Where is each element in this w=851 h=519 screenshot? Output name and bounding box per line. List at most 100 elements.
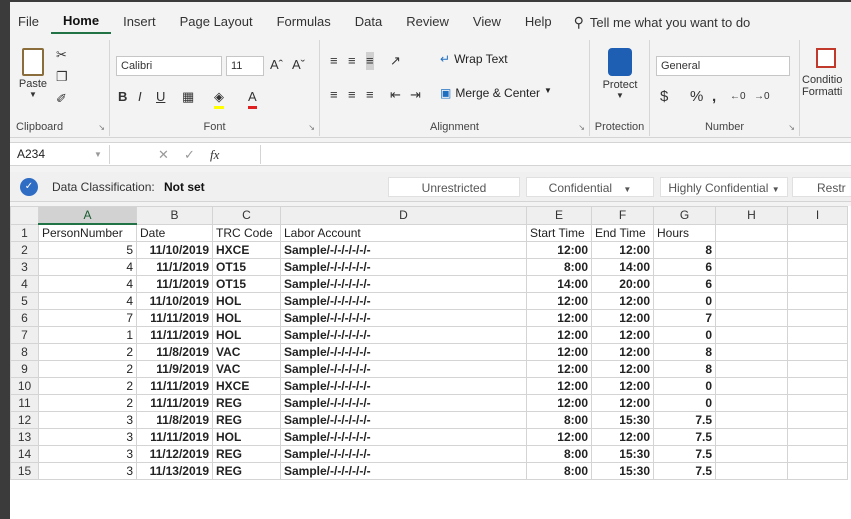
cell[interactable]: HOL <box>212 428 281 446</box>
cell[interactable]: Sample/-/-/-/-/-/- <box>280 275 527 293</box>
cell[interactable]: REG <box>212 445 281 463</box>
conditional-formatting-button[interactable]: Conditio Formatti <box>802 48 851 98</box>
cell[interactable]: 8:00 <box>526 411 592 429</box>
cell[interactable] <box>787 258 848 276</box>
cell[interactable]: PersonNumber <box>38 223 137 242</box>
row-header[interactable]: 15 <box>10 462 39 480</box>
tab-help[interactable]: Help <box>513 10 564 34</box>
increase-decimal-icon[interactable]: ←0 <box>730 88 746 106</box>
cell[interactable] <box>787 445 848 463</box>
chevron-down-icon[interactable]: ▼ <box>94 145 102 164</box>
cell[interactable] <box>715 309 788 327</box>
cell[interactable]: VAC <box>212 343 281 361</box>
number-format-select[interactable]: General <box>656 56 790 76</box>
cell[interactable]: HOL <box>212 292 281 310</box>
tell-me-search[interactable]: ⚲ Tell me what you want to do <box>564 14 751 31</box>
cell[interactable] <box>715 258 788 276</box>
dialog-launcher-icon[interactable]: ↘ <box>308 123 315 132</box>
enter-icon[interactable]: ✓ <box>184 145 195 164</box>
cell[interactable]: HXCE <box>212 377 281 395</box>
cell[interactable]: REG <box>212 411 281 429</box>
cell[interactable]: OT15 <box>212 258 281 276</box>
cell[interactable]: 8 <box>653 343 716 361</box>
tab-home[interactable]: Home <box>50 10 112 34</box>
cell[interactable]: 7.5 <box>653 462 716 480</box>
cell[interactable]: 15:30 <box>591 445 654 463</box>
cell[interactable]: 12:00 <box>591 428 654 446</box>
cell[interactable] <box>787 326 848 344</box>
cell[interactable]: 7.5 <box>653 428 716 446</box>
cell[interactable]: 2 <box>38 343 137 361</box>
cell[interactable]: 11/11/2019 <box>136 309 213 327</box>
cell[interactable]: Sample/-/-/-/-/-/- <box>280 326 527 344</box>
percent-icon[interactable]: % <box>690 88 703 106</box>
cell[interactable] <box>787 428 848 446</box>
font-color-icon[interactable]: A <box>248 88 257 109</box>
currency-icon[interactable]: $ <box>660 88 668 106</box>
row-header[interactable]: 4 <box>10 275 39 293</box>
cell[interactable] <box>715 241 788 259</box>
paste-button[interactable]: Paste ▼ <box>16 48 50 99</box>
column-header[interactable]: F <box>591 206 654 225</box>
cell[interactable]: Start Time <box>526 223 592 242</box>
cell[interactable]: 4 <box>38 258 137 276</box>
cell[interactable]: 11/11/2019 <box>136 326 213 344</box>
cell[interactable]: 2 <box>38 394 137 412</box>
tab-insert[interactable]: Insert <box>111 10 168 34</box>
grow-font-icon[interactable]: Aˆ <box>270 56 283 74</box>
cell[interactable]: Sample/-/-/-/-/-/- <box>280 360 527 378</box>
cell[interactable]: 0 <box>653 326 716 344</box>
cell[interactable]: 12:00 <box>591 377 654 395</box>
cell[interactable]: 1 <box>38 326 137 344</box>
cell[interactable]: 11/11/2019 <box>136 428 213 446</box>
cell[interactable]: 11/1/2019 <box>136 275 213 293</box>
cell[interactable]: 12:00 <box>591 394 654 412</box>
cell[interactable]: 12:00 <box>526 326 592 344</box>
cell[interactable] <box>787 309 848 327</box>
row-header[interactable]: 9 <box>10 360 39 378</box>
cell[interactable]: HOL <box>212 326 281 344</box>
cell[interactable]: Labor Account <box>280 223 527 242</box>
align-right-icon[interactable]: ≡ <box>366 86 374 104</box>
cell[interactable]: 3 <box>38 445 137 463</box>
italic-icon[interactable]: I <box>138 88 142 106</box>
cell[interactable] <box>715 275 788 293</box>
row-header[interactable]: 3 <box>10 258 39 276</box>
cell[interactable] <box>715 428 788 446</box>
restricted-button[interactable]: Restr <box>792 177 851 197</box>
cell[interactable] <box>787 275 848 293</box>
dialog-launcher-icon[interactable]: ↘ <box>788 123 795 132</box>
row-header[interactable]: 12 <box>10 411 39 429</box>
column-header[interactable]: E <box>526 206 592 225</box>
decrease-indent-icon[interactable]: ⇤ <box>390 86 401 104</box>
cell[interactable]: 12:00 <box>591 343 654 361</box>
cell[interactable]: 12:00 <box>591 241 654 259</box>
cell[interactable]: Sample/-/-/-/-/-/- <box>280 241 527 259</box>
cell[interactable]: 6 <box>653 258 716 276</box>
protect-button[interactable]: Protect ▼ <box>596 48 644 100</box>
cell[interactable] <box>715 411 788 429</box>
copy-icon[interactable]: ❐ <box>56 68 68 86</box>
cell[interactable]: Sample/-/-/-/-/-/- <box>280 445 527 463</box>
dialog-launcher-icon[interactable]: ↘ <box>578 123 585 132</box>
cell[interactable]: 11/11/2019 <box>136 377 213 395</box>
cell[interactable] <box>715 292 788 310</box>
increase-indent-icon[interactable]: ⇥ <box>410 86 421 104</box>
cell[interactable]: 14:00 <box>526 275 592 293</box>
unrestricted-button[interactable]: Unrestricted <box>388 177 520 197</box>
cell[interactable]: 11/8/2019 <box>136 411 213 429</box>
cell[interactable]: 12:00 <box>526 428 592 446</box>
formula-input[interactable] <box>260 145 851 164</box>
cell[interactable] <box>715 326 788 344</box>
cell[interactable] <box>787 394 848 412</box>
cell[interactable]: 8 <box>653 360 716 378</box>
confidential-button[interactable]: Confidential ▼ <box>526 177 654 197</box>
dialog-launcher-icon[interactable]: ↘ <box>98 123 105 132</box>
cell[interactable]: 3 <box>38 411 137 429</box>
cell[interactable]: VAC <box>212 360 281 378</box>
row-header[interactable]: 2 <box>10 241 39 259</box>
cell[interactable]: Sample/-/-/-/-/-/- <box>280 462 527 480</box>
row-header[interactable]: 1 <box>10 223 39 242</box>
column-header[interactable]: D <box>280 206 527 225</box>
merge-center-button[interactable]: ▣ Merge & Center ▼ <box>440 86 552 100</box>
